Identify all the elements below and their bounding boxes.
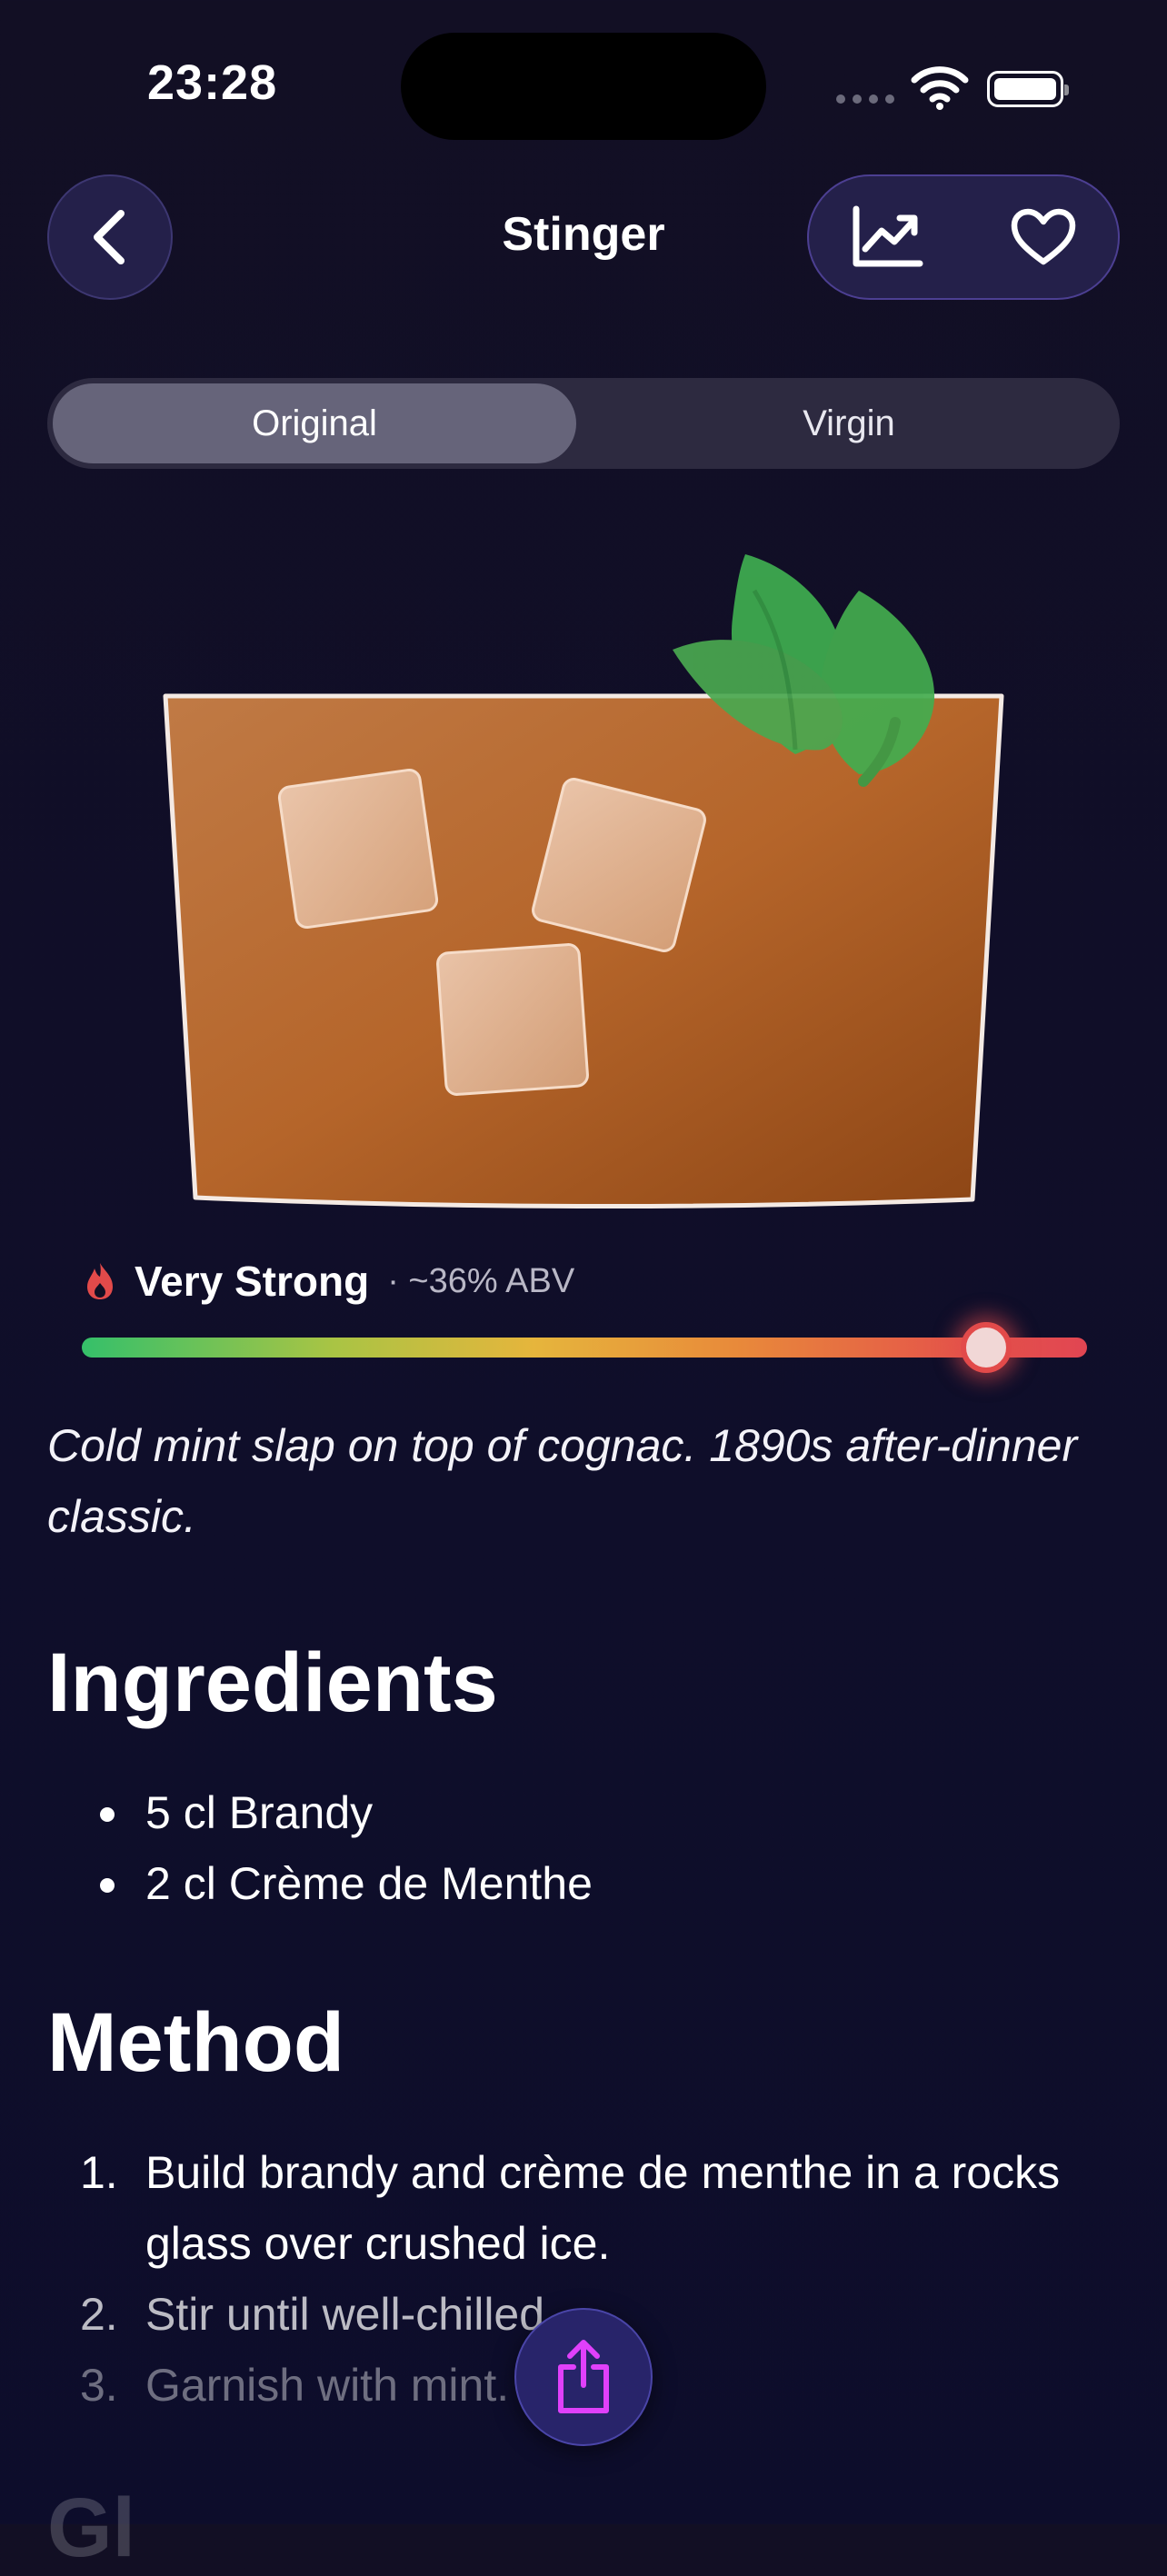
ingredients-list: 5 cl Brandy 2 cl Crème de Menthe [100,1777,1100,1919]
share-icon [558,2340,609,2413]
nav-actions [807,174,1120,300]
step-number: 2. [80,2289,118,2340]
method-step: 1. Build brandy and crème de menthe in a… [80,2137,1089,2279]
ingredients-heading: Ingredients [47,1636,498,1729]
segment-original[interactable]: Original [53,383,576,463]
flame-icon [87,1263,113,1299]
step-text: Garnish with mint. [145,2360,510,2411]
step-number: 1. [80,2147,118,2198]
cocktail-glass-illustration [163,554,1004,1209]
cellular-signal-icon [836,94,896,104]
step-text: Stir until well-chilled. [145,2289,557,2340]
strength-abv: · ~36% ABV [387,1261,575,1300]
strength-bar [82,1338,1087,1358]
ice-cube [436,943,589,1096]
segment-virgin[interactable]: Virgin [585,383,1112,463]
next-section-heading: Gl [47,2482,136,2574]
strength-indicator: Very Strong · ~36% ABV [84,1254,574,1308]
battery-icon [987,71,1069,107]
status-time: 23:28 [147,55,278,110]
method-heading: Method [47,1996,345,2089]
heart-icon [1011,208,1076,265]
ingredient-item: 5 cl Brandy [100,1777,1100,1848]
dynamic-island [401,33,766,140]
share-button[interactable] [514,2308,653,2446]
step-text: Build brandy and crème de menthe in a ro… [145,2147,1061,2269]
favorite-button[interactable] [965,176,1122,298]
ingredient-item: 2 cl Crème de Menthe [100,1848,1100,1919]
chevron-left-icon [94,210,125,264]
strength-marker [961,1322,1012,1373]
chart-line-icon [853,205,923,267]
page-title: Stinger [502,208,665,261]
step-number: 3. [80,2360,118,2411]
cocktail-description: Cold mint slap on top of cognac. 1890s a… [47,1420,1078,1542]
version-segmented-control: Original Virgin [47,378,1120,469]
strength-label: Very Strong [135,1258,370,1305]
back-button[interactable] [47,174,173,300]
wifi-icon [911,66,969,110]
ice-cube [277,768,439,930]
stats-button[interactable] [809,176,965,298]
